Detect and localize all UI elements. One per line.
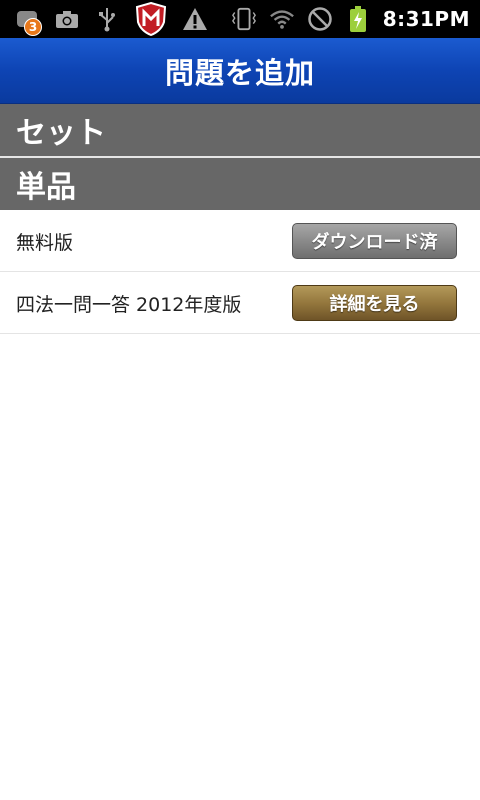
section-header-set[interactable]: セット bbox=[0, 104, 480, 156]
status-bar-right: 8:31PM bbox=[231, 0, 470, 38]
camera-icon bbox=[54, 6, 80, 32]
page-title: 問題を追加 bbox=[164, 55, 315, 90]
status-bar: 3 8:31PM bbox=[0, 0, 480, 38]
security-shield-icon bbox=[134, 2, 168, 36]
vibrate-icon bbox=[231, 6, 257, 32]
section-header-single[interactable]: 単品 bbox=[0, 158, 480, 210]
list-item-2012-edition: 四法一問一答 2012年度版 詳細を見る bbox=[0, 272, 480, 334]
no-signal-icon bbox=[307, 6, 333, 32]
section-header-label: セット bbox=[16, 116, 106, 151]
warning-icon bbox=[182, 6, 208, 32]
notification-app-icon: 3 bbox=[14, 6, 42, 36]
view-details-button[interactable]: 詳細を見る bbox=[292, 285, 457, 321]
list-item-label: 無料版 bbox=[16, 231, 74, 254]
downloaded-button[interactable]: ダウンロード済 bbox=[292, 223, 457, 259]
wifi-icon bbox=[269, 6, 295, 32]
title-bar: 問題を追加 bbox=[0, 38, 480, 104]
battery-charging-icon bbox=[345, 6, 371, 32]
list-item-free-version: 無料版 ダウンロード済 bbox=[0, 210, 480, 272]
section-header-label: 単品 bbox=[16, 170, 76, 205]
usb-icon bbox=[94, 6, 120, 32]
list-item-label: 四法一問一答 2012年度版 bbox=[16, 293, 242, 316]
status-clock: 8:31PM bbox=[382, 7, 470, 31]
status-bar-left: 3 bbox=[14, 0, 208, 38]
notification-count-badge: 3 bbox=[24, 18, 42, 36]
